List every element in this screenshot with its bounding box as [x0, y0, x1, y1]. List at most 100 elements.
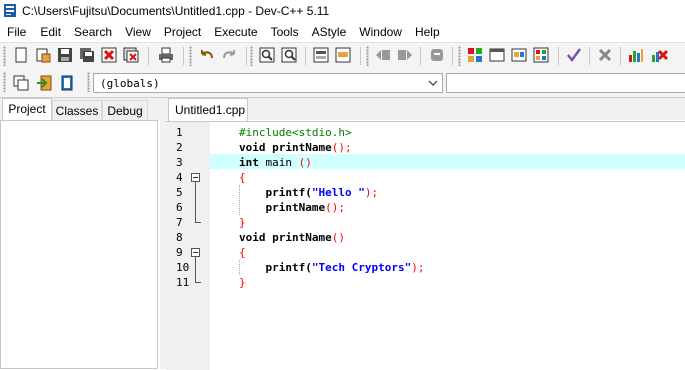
toolbar-grip[interactable] [3, 46, 6, 66]
keyword: void [239, 231, 266, 244]
toolbar-separator [305, 47, 306, 65]
insert-icon[interactable] [35, 74, 53, 92]
tab-project[interactable]: Project [2, 98, 52, 120]
save-icon[interactable] [56, 46, 74, 64]
fold-toggle-icon[interactable] [191, 248, 200, 257]
toolbar-separator [183, 47, 184, 65]
tab-classes[interactable]: Classes [52, 100, 102, 120]
toolbar-separator [246, 47, 247, 65]
profile-icon[interactable] [627, 46, 645, 64]
punctuation: ); [411, 261, 425, 274]
punctuation: (); [331, 141, 352, 154]
new-file-icon[interactable] [12, 46, 30, 64]
menu-file[interactable]: File [7, 22, 26, 42]
menu-search[interactable]: Search [74, 22, 112, 42]
identifier: main [258, 156, 299, 169]
devcpp-app-icon [4, 4, 16, 17]
redo-icon[interactable] [220, 46, 238, 64]
fold-line [195, 257, 196, 282]
fold-margin [191, 122, 208, 370]
fold-end [195, 282, 201, 283]
code-line-11: } [239, 275, 246, 290]
fold-toggle-icon[interactable] [191, 173, 200, 182]
project-browser[interactable] [0, 120, 158, 369]
undo-icon[interactable] [198, 46, 216, 64]
keyword: int [239, 156, 259, 169]
string-literal: "Tech Cryptors" [311, 261, 412, 274]
function-select[interactable] [446, 73, 685, 93]
punctuation: } [239, 216, 246, 229]
editor-tabs: Untitled1.cpp [166, 98, 685, 121]
bookmark-icon[interactable] [334, 46, 352, 64]
menu-window[interactable]: Window [359, 22, 402, 42]
left-panel-tabs: Project Classes Debug [0, 98, 160, 120]
toolbar-grip[interactable] [250, 46, 253, 66]
menu-help[interactable]: Help [415, 22, 440, 42]
menu-bar: File Edit Search View Project Execute To… [0, 22, 685, 42]
window-title: C:\Users\Fujitsu\Documents\Untitled1.cpp… [22, 4, 330, 18]
indent-icon[interactable] [374, 46, 392, 64]
unindent-icon[interactable] [396, 46, 414, 64]
close-all-icon[interactable] [122, 46, 140, 64]
toolbar-separator [452, 47, 453, 65]
print-icon[interactable] [157, 46, 175, 64]
preprocessor-directive: #include<stdio.h> [239, 126, 352, 139]
identifier: printf( [239, 261, 312, 274]
line-number-gutter: 1 2 3 4 5 6 7 8 9 10 11 [166, 122, 210, 370]
header-source-icon[interactable] [58, 74, 76, 92]
code-line-7: } [239, 215, 246, 230]
close-icon[interactable] [100, 46, 118, 64]
identifier: printName [265, 141, 332, 154]
toolbar-separator [558, 47, 559, 65]
toolbar-separator [589, 47, 590, 65]
delete-profile-icon[interactable] [650, 46, 668, 64]
tab-untitled1[interactable]: Untitled1.cpp [168, 98, 248, 121]
toolbar-separator [148, 47, 149, 65]
toggle-icon[interactable] [428, 46, 446, 64]
code-line-5: printf("Hello "); [239, 185, 378, 200]
run-icon[interactable] [488, 46, 506, 64]
menu-project[interactable]: Project [164, 22, 201, 42]
code-line-8: void printName() [239, 230, 345, 245]
goto-icon[interactable] [312, 46, 330, 64]
punctuation: { [239, 171, 246, 184]
stop-icon[interactable] [596, 46, 614, 64]
new-class-icon[interactable] [12, 74, 30, 92]
menu-tools[interactable]: Tools [271, 22, 299, 42]
code-editor[interactable]: 1 2 3 4 5 6 7 8 9 10 11 #include<stdio.h… [166, 121, 685, 370]
code-line-9: { [239, 245, 246, 260]
code-line-2: void printName(); [239, 140, 352, 155]
menu-astyle[interactable]: AStyle [312, 22, 347, 42]
main-toolbar [0, 42, 685, 70]
save-all-icon[interactable] [78, 46, 96, 64]
punctuation: ); [364, 186, 379, 199]
toolbar-grip[interactable] [366, 46, 369, 66]
compile-run-icon[interactable] [510, 46, 528, 64]
toolbar-grip[interactable] [87, 72, 90, 92]
tab-debug[interactable]: Debug [102, 100, 148, 120]
find-icon[interactable] [258, 46, 276, 64]
code-area[interactable]: #include<stdio.h> void printName(); int … [210, 122, 685, 370]
punctuation: () [298, 156, 312, 169]
menu-view[interactable]: View [125, 22, 151, 42]
compile-icon[interactable] [466, 46, 484, 64]
menu-execute[interactable]: Execute [214, 22, 257, 42]
punctuation: (); [325, 201, 345, 214]
identifier: printName [265, 231, 332, 244]
replace-icon[interactable] [280, 46, 298, 64]
chevron-down-icon [428, 80, 438, 86]
scope-select-value: (globals) [100, 77, 160, 90]
code-line-4: { [239, 170, 246, 185]
string-literal: "Hello " [311, 186, 365, 199]
toolbar-grip[interactable] [3, 72, 6, 92]
debug-icon[interactable] [565, 46, 583, 64]
code-line-3: int main () [239, 155, 312, 170]
open-project-icon[interactable] [34, 46, 52, 64]
toolbar-grip[interactable] [189, 46, 192, 66]
rebuild-icon[interactable] [532, 46, 550, 64]
keyword: void [239, 141, 266, 154]
scope-select[interactable]: (globals) [93, 73, 443, 93]
toolbar-grip[interactable] [458, 46, 461, 66]
menu-edit[interactable]: Edit [40, 22, 61, 42]
identifier: printf( [239, 186, 312, 199]
